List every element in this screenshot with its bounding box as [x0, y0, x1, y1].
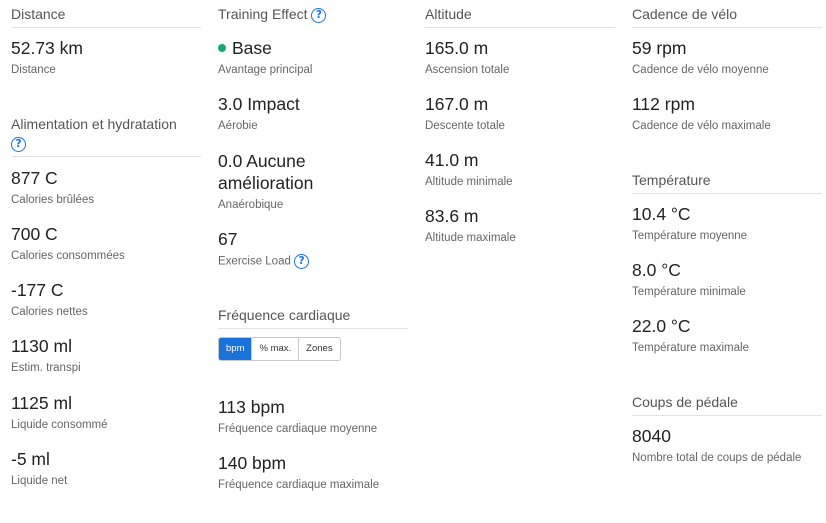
heart-rate-section: Fréquence cardiaque — [218, 306, 408, 329]
metric-value: 10.4 °C — [632, 204, 691, 224]
distance-section: Distance 52.73 km Distance — [11, 5, 201, 76]
metric-value: 22.0 °C — [632, 316, 691, 336]
metric-value: 59 rpm — [632, 38, 687, 58]
metric-avg-temperature: 10.4 °C Température moyenne — [632, 203, 822, 243]
metric-max-altitude: 83.6 m Altitude maximale — [425, 205, 615, 245]
metric-primary-benefit: Base Avantage principal — [218, 37, 408, 77]
cadence-section: Cadence de vélo 59 rpm Cadence de vélo m… — [632, 5, 822, 132]
metric-label: Ascension totale — [425, 64, 510, 76]
metric-total-descent: 167.0 m Descente totale — [425, 93, 615, 133]
distance-metric: 52.73 km Distance — [11, 37, 201, 77]
metric-avg-cadence: 59 rpm Cadence de vélo moyenne — [632, 37, 822, 77]
heart-rate-unit-toggle: bpm % max. Zones — [218, 337, 341, 361]
metric-value: 167.0 m — [425, 94, 489, 114]
metric-value: 3.0 Impact — [218, 94, 300, 114]
metric-total-ascent: 165.0 m Ascension totale — [425, 37, 615, 77]
metric-label: Nombre total de coups de pédale — [632, 452, 802, 464]
nutrition-section: Alimentation et hydratation ? 877 C Calo… — [11, 115, 201, 487]
metric-label: Fréquence cardiaque moyenne — [218, 423, 378, 435]
metric-label: Cadence de vélo maximale — [632, 120, 771, 132]
metric-label: Température minimale — [632, 286, 746, 298]
distance-value: 52.73 km — [11, 38, 83, 58]
metric-pedal-strokes: 8040 Nombre total de coups de pédale — [632, 425, 822, 465]
primary-benefit-value: Base — [232, 38, 272, 58]
temperature-section: Température 10.4 °C Température moyenne … — [632, 171, 822, 354]
help-icon[interactable]: ? — [311, 7, 327, 23]
metric-calories-consumed: 700 C Calories consommées — [11, 223, 201, 263]
distance-label: Distance — [11, 64, 56, 76]
metric-label: Estim. transpi — [11, 362, 81, 374]
metric-label: Altitude minimale — [425, 176, 513, 188]
metric-value-continued: amélioration — [218, 173, 314, 193]
metric-exercise-load: 67 Exercise Load ? — [218, 228, 408, 269]
training-effect-header-text: Training Effect — [218, 6, 308, 22]
metric-value: 112 rpm — [632, 94, 695, 114]
metric-value: 67 — [218, 229, 238, 249]
tab-percent-max[interactable]: % max. — [252, 338, 300, 360]
metric-label: Cadence de vélo moyenne — [632, 64, 769, 76]
metric-label: Descente totale — [425, 120, 505, 132]
tab-zones[interactable]: Zones — [299, 338, 340, 360]
altitude-header: Altitude — [425, 5, 615, 28]
help-icon[interactable]: ? — [11, 136, 26, 152]
metric-label: Calories brûlées — [11, 194, 95, 206]
metric-value: 140 bpm — [218, 453, 287, 473]
pedal-strokes-section: Coups de pédale 8040 Nombre total de cou… — [632, 393, 822, 464]
metric-min-temperature: 8.0 °C Température minimale — [632, 259, 822, 299]
exercise-load-label-row: Exercise Load ? — [218, 254, 408, 269]
metric-value: 41.0 m — [425, 150, 479, 170]
metric-min-altitude: 41.0 m Altitude minimale — [425, 149, 615, 189]
distance-header: Distance — [11, 5, 201, 28]
metric-value: 700 C — [11, 224, 58, 244]
metric-anaerobic: 0.0 Aucune amélioration Anaérobique — [218, 150, 408, 212]
metric-value: 165.0 m — [425, 38, 489, 58]
metric-max-temperature: 22.0 °C Température maximale — [632, 315, 822, 355]
training-effect-header: Training Effect ? — [218, 5, 408, 27]
metric-value: 8040 — [632, 426, 671, 446]
metric-fluid-consumed: 1125 ml Liquide consommé — [11, 392, 201, 432]
metric-value: 8.0 °C — [632, 260, 681, 280]
metric-label: Liquide net — [11, 475, 68, 487]
metric-aerobic: 3.0 Impact Aérobie — [218, 93, 408, 133]
metric-value: 83.6 m — [425, 206, 479, 226]
metric-label: Exercise Load — [218, 255, 291, 268]
metric-label: Liquide consommé — [11, 419, 108, 431]
metric-value: 1130 ml — [11, 336, 72, 356]
metric-heart-rate-average: 113 bpm Fréquence cardiaque moyenne — [218, 396, 408, 436]
cadence-header: Cadence de vélo — [632, 5, 822, 28]
metric-max-cadence: 112 rpm Cadence de vélo maximale — [632, 93, 822, 133]
metric-label: Fréquence cardiaque maximale — [218, 479, 380, 491]
metric-label: Avantage principal — [218, 64, 313, 76]
metric-value: 877 C — [11, 168, 58, 188]
status-dot-icon — [218, 44, 226, 53]
metric-label: Aérobie — [218, 120, 258, 132]
metric-net-fluid: -5 ml Liquide net — [11, 448, 201, 488]
metric-heart-rate-max: 140 bpm Fréquence cardiaque maximale — [218, 452, 408, 492]
training-effect-section: Training Effect ? Base Avantage principa… — [218, 5, 408, 269]
metric-calories-burned: 877 C Calories brûlées — [11, 167, 201, 207]
metric-value: 0.0 Aucune — [218, 151, 306, 171]
metric-label: Température moyenne — [632, 230, 748, 242]
nutrition-header-text: Alimentation et hydratation — [11, 116, 177, 132]
pedal-strokes-header: Coups de pédale — [632, 393, 822, 416]
primary-benefit-value-row: Base — [218, 37, 408, 59]
tab-bpm[interactable]: bpm — [219, 338, 253, 360]
heart-rate-header: Fréquence cardiaque — [218, 306, 408, 329]
metric-label: Calories nettes — [11, 306, 88, 318]
metric-label: Altitude maximale — [425, 232, 516, 244]
nutrition-header: Alimentation et hydratation ? — [11, 115, 201, 157]
help-icon[interactable]: ? — [294, 254, 310, 269]
metric-value: -177 C — [11, 280, 64, 300]
altitude-section: Altitude 165.0 m Ascension totale 167.0 … — [425, 5, 615, 244]
metric-label: Anaérobique — [218, 199, 284, 211]
metric-value: 1125 ml — [11, 393, 72, 413]
temperature-header: Température — [632, 171, 822, 194]
metric-label: Calories consommées — [11, 250, 125, 262]
metric-value: 113 bpm — [218, 397, 285, 417]
metric-label: Température maximale — [632, 342, 749, 354]
metric-sweat-estimate: 1130 ml Estim. transpi — [11, 335, 201, 375]
metric-net-calories: -177 C Calories nettes — [11, 279, 201, 319]
metric-value: -5 ml — [11, 449, 50, 469]
